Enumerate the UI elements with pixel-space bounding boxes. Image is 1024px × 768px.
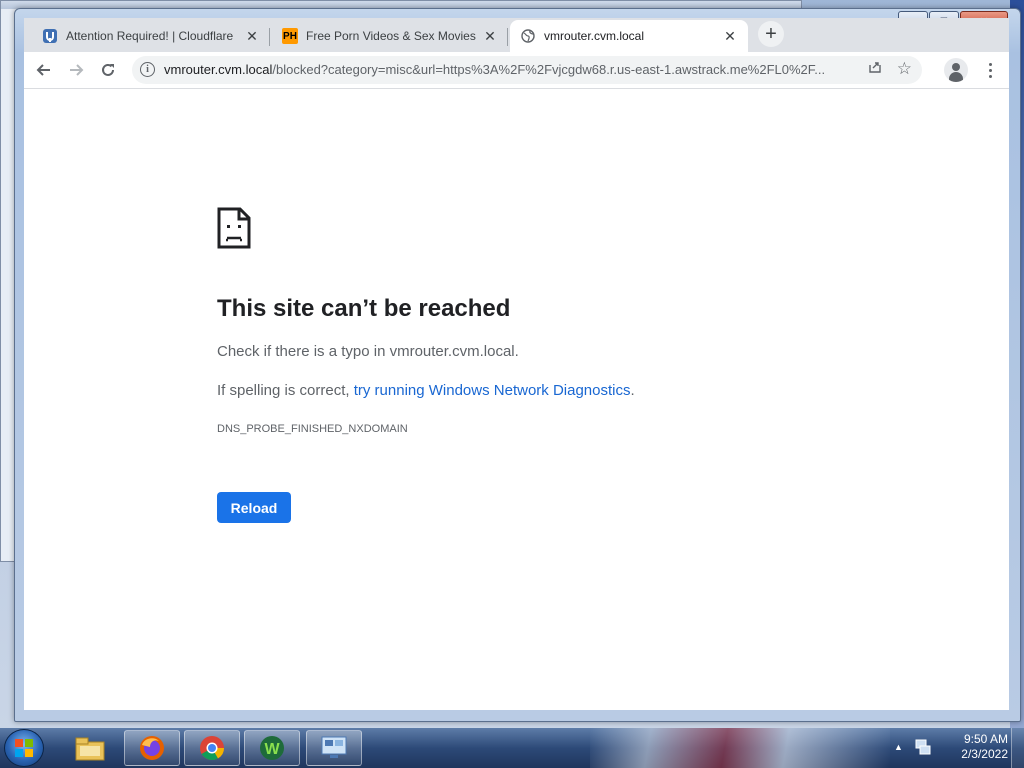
show-desktop-button[interactable] <box>1011 728 1024 768</box>
url-host: vmrouter.cvm.local <box>164 62 273 77</box>
taskbar-remote-desktop-button[interactable] <box>306 730 362 766</box>
taskbar-firefox-button[interactable] <box>124 730 180 766</box>
url-path: /blocked?category=misc&url=https%3A%2F%2… <box>272 62 826 77</box>
clock-date: 2/3/2022 <box>961 747 1008 761</box>
share-icon[interactable] <box>868 60 882 77</box>
clock-time: 9:50 AM <box>963 732 1008 746</box>
error-code: DNS_PROBE_FINISHED_NXDOMAIN <box>217 423 408 435</box>
page-content: This site can’t be reached Check if ther… <box>24 89 1009 710</box>
chrome-icon <box>200 736 224 761</box>
taskbar: W ▲ 9:50 AM 2/3/2022 <box>0 728 1024 768</box>
browser-toolbar: i vmrouter.cvm.local/blocked?category=mi… <box>24 52 1009 89</box>
network-diagnostics-link[interactable]: try running Windows Network Diagnostics <box>354 382 631 399</box>
tab-ph[interactable]: PH Free Porn Videos & Sex Movies - ✕ <box>272 20 508 52</box>
taskbar-chrome-button[interactable] <box>184 730 240 766</box>
info-icon[interactable]: i <box>140 62 155 77</box>
tray-expand-icon[interactable]: ▲ <box>894 742 903 752</box>
remote-desktop-icon <box>321 736 347 758</box>
tab-title: Free Porn Videos & Sex Movies - <box>306 29 476 43</box>
tab-strip: Attention Required! | Cloudflare ✕ PH Fr… <box>24 18 1009 52</box>
firefox-icon <box>140 736 164 760</box>
taskbar-wireshark-button[interactable]: W <box>244 730 300 766</box>
error-title: This site can’t be reached <box>217 295 511 322</box>
hint-prefix: If spelling is correct, <box>217 382 354 399</box>
taskbar-explorer-button[interactable] <box>62 730 118 766</box>
tab-title: vmrouter.cvm.local <box>544 29 645 43</box>
hint-suffix: . <box>630 382 635 399</box>
forward-button[interactable] <box>64 58 88 82</box>
kebab-menu-icon[interactable] <box>982 58 998 82</box>
tab-close-icon[interactable]: ✕ <box>482 28 498 45</box>
globe-icon <box>520 28 536 44</box>
tab-close-icon[interactable]: ✕ <box>722 28 738 45</box>
forward-arrow-icon <box>70 64 84 76</box>
refresh-button[interactable] <box>96 58 120 82</box>
tab-close-icon[interactable]: ✕ <box>244 28 260 45</box>
bookmark-star-icon[interactable]: ☆ <box>897 59 912 79</box>
tab-vmrouter[interactable]: vmrouter.cvm.local ✕ <box>510 20 748 52</box>
wallpaper-art <box>590 728 890 768</box>
error-hint-typo: Check if there is a typo in vmrouter.cvm… <box>217 343 519 360</box>
svg-text:W: W <box>264 741 280 758</box>
network-tray-icon[interactable] <box>914 738 932 756</box>
error-hint-diagnostics: If spelling is correct, try running Wind… <box>217 382 635 399</box>
address-bar[interactable]: i vmrouter.cvm.local/blocked?category=mi… <box>132 56 922 84</box>
system-clock[interactable]: 9:50 AM 2/3/2022 <box>940 732 1008 762</box>
reload-button[interactable]: Reload <box>217 492 291 523</box>
address-url[interactable]: vmrouter.cvm.local/blocked?category=misc… <box>164 62 864 77</box>
back-button[interactable] <box>32 58 56 82</box>
folder-icon <box>75 737 105 761</box>
windows-logo-icon <box>15 739 33 757</box>
tab-title: Attention Required! | Cloudflare <box>66 29 234 43</box>
cloudflare-favicon-icon <box>42 28 58 44</box>
profile-avatar-icon[interactable] <box>944 58 968 82</box>
app-w-icon: W <box>260 736 284 760</box>
new-tab-button[interactable]: + <box>758 21 784 47</box>
back-arrow-icon <box>36 64 50 76</box>
start-button[interactable] <box>4 729 44 767</box>
sad-page-icon <box>217 207 251 254</box>
refresh-icon <box>102 63 114 76</box>
tab-cloudflare[interactable]: Attention Required! | Cloudflare ✕ <box>32 20 270 52</box>
ph-favicon-icon: PH <box>282 28 298 44</box>
